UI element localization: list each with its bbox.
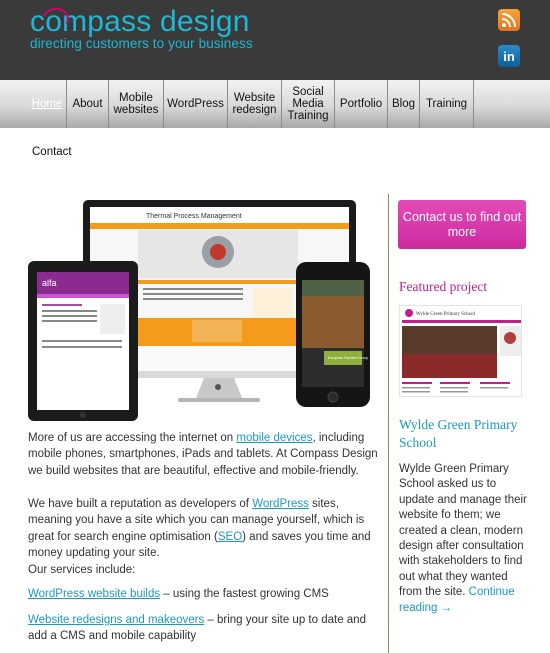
rss-icon[interactable] xyxy=(498,9,520,31)
seo-link[interactable]: SEO xyxy=(218,531,242,543)
nav-item-portfolio[interactable]: Portfolio xyxy=(334,80,387,128)
featured-project-thumbnail[interactable]: Wylde Green Primary School xyxy=(399,305,522,397)
nav-item-website-redesign[interactable]: Website redesign xyxy=(227,80,281,128)
contact-cta-button[interactable]: Contact us to find out more xyxy=(398,200,526,249)
logo-text-end: mpass design xyxy=(62,5,250,38)
services-heading: Our services include: xyxy=(28,564,136,576)
featured-thumbnail-image: Wylde Green Primary School xyxy=(400,306,521,396)
service-item-redesign: Website redesigns and makeovers – bring … xyxy=(28,614,366,643)
linkedin-glyph: in xyxy=(503,48,515,64)
featured-project-description: Wylde Green Primary School asked us to u… xyxy=(399,463,527,614)
devices-illustration: Thermal Process Management alfa European… xyxy=(28,200,370,421)
featured-project-heading: Featured project xyxy=(399,279,488,294)
logo-o: o xyxy=(37,3,73,38)
site-tagline: directing customers to your business xyxy=(30,36,253,51)
wordpress-link[interactable]: WordPress xyxy=(252,498,309,510)
thumb-site-title: Wylde Green Primary School xyxy=(416,312,476,317)
featured-project-title[interactable]: Wylde Green Primary School xyxy=(399,416,529,451)
wordpress-paragraph: We have built a reputation as developers… xyxy=(28,498,371,559)
nav-item-social-media-training[interactable]: Social Media Training xyxy=(281,80,334,128)
linkedin-icon[interactable]: in xyxy=(498,45,520,67)
hero-devices-image: Thermal Process Management alfa European… xyxy=(28,200,371,425)
mobile-devices-link[interactable]: mobile devices xyxy=(236,432,312,444)
service-item-wordpress: WordPress website builds – using the fas… xyxy=(28,588,329,600)
nav-item-mobile-websites[interactable]: Mobile websites xyxy=(108,80,163,128)
redesigns-link[interactable]: Website redesigns and makeovers xyxy=(28,614,204,626)
monitor-site-heading: Thermal Process Management xyxy=(146,213,242,220)
site-header: co mpass design directing customers to yo… xyxy=(0,0,550,80)
nav-item-about[interactable]: About xyxy=(66,80,108,128)
nav-item-blog[interactable]: Blog xyxy=(387,80,419,128)
site-logo[interactable]: co mpass design xyxy=(30,3,250,38)
wordpress-builds-link[interactable]: WordPress website builds xyxy=(28,588,160,600)
intro-paragraph: More of us are accessing the internet on… xyxy=(28,432,378,477)
phone-site-brand: European Partners Group xyxy=(328,356,368,360)
rss-glyph xyxy=(501,13,516,28)
main-nav: Home About Mobile websites WordPress Web… xyxy=(0,80,550,128)
nav-item-wordpress[interactable]: WordPress xyxy=(163,80,227,128)
nav-item-contact[interactable]: Contact xyxy=(32,146,72,158)
tablet-site-brand: alfa xyxy=(42,278,57,288)
sidebar-divider xyxy=(388,194,389,653)
nav-item-training[interactable]: Training xyxy=(419,80,474,128)
